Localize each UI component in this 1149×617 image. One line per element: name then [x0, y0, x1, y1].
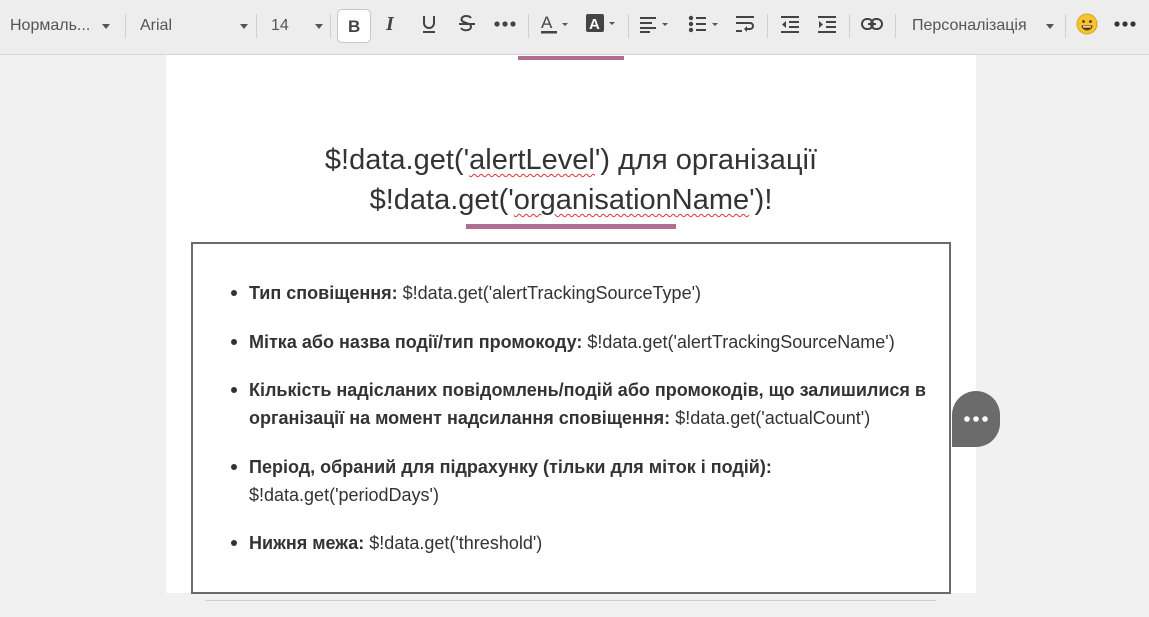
- toolbar-divider: [628, 14, 629, 38]
- text-wrap-icon: [736, 16, 754, 32]
- font-size-value: 14: [271, 17, 289, 34]
- svg-text:I: I: [385, 15, 395, 33]
- text-wrap-button[interactable]: [730, 9, 760, 39]
- bold-icon: B: [337, 9, 371, 43]
- editor-toolbar: Нормаль... Arial 14 B I A A Персоналізац…: [0, 0, 1149, 55]
- bulleted-list-icon: [688, 15, 718, 33]
- toolbar-divider: [256, 14, 257, 38]
- more-format-button[interactable]: [490, 9, 520, 39]
- align-button[interactable]: [638, 9, 672, 39]
- paragraph-style-dropdown[interactable]: Нормаль...: [10, 9, 120, 43]
- font-color-icon: A: [541, 13, 568, 34]
- align-left-icon: [640, 17, 668, 33]
- list-item: Кількість надісланих повідомлень/подій а…: [231, 376, 949, 432]
- italic-button[interactable]: I: [376, 9, 406, 39]
- toolbar-divider: [528, 14, 529, 38]
- toolbar-divider: [895, 14, 896, 38]
- link-button[interactable]: [857, 9, 887, 39]
- more-options-button[interactable]: [1110, 9, 1140, 39]
- italic-icon: I: [385, 15, 395, 33]
- outdent-icon: [781, 16, 799, 33]
- toolbar-divider: [125, 14, 126, 38]
- emoji-button[interactable]: [1072, 9, 1102, 39]
- spellcheck-word: alertLevel: [469, 144, 595, 176]
- indent-icon: [818, 16, 836, 33]
- bottom-divider: [205, 600, 936, 601]
- chevron-down-icon: [102, 23, 111, 29]
- more-icon: [494, 21, 516, 27]
- font-family-dropdown[interactable]: Arial: [140, 9, 248, 43]
- toolbar-divider: [849, 14, 850, 38]
- strikethrough-button[interactable]: [452, 9, 482, 39]
- chevron-down-icon: [240, 23, 248, 29]
- list-item: Нижня межа: $!data.get('threshold'): [231, 529, 949, 557]
- paragraph-style-value: Нормаль...: [10, 17, 91, 34]
- underline-button[interactable]: [414, 9, 444, 39]
- highlight-icon: A: [586, 14, 615, 33]
- personalization-label: Персоналізація: [912, 17, 1027, 34]
- block-options-button[interactable]: [952, 391, 1000, 447]
- font-size-dropdown[interactable]: 14: [271, 9, 323, 43]
- alert-details-list: Тип сповіщення: $!data.get('alertTrackin…: [231, 279, 949, 578]
- alert-details-box[interactable]: Тип сповіщення: $!data.get('alertTrackin…: [191, 242, 951, 594]
- more-icon: [964, 416, 988, 422]
- link-icon: [861, 18, 883, 30]
- svg-text:B: B: [348, 18, 360, 34]
- spellcheck-word: organisationName: [513, 184, 750, 216]
- indent-button[interactable]: [812, 9, 842, 39]
- underline-icon: [423, 16, 435, 33]
- list-item: Мітка або назва події/тип промокоду: $!d…: [231, 328, 949, 356]
- svg-text:A: A: [589, 16, 600, 33]
- chevron-down-icon: [1046, 23, 1054, 29]
- more-icon: [1114, 21, 1136, 27]
- top-accent-line: [518, 56, 624, 60]
- chevron-down-icon: [315, 23, 323, 29]
- strikethrough-icon: [459, 14, 475, 32]
- outdent-button[interactable]: [775, 9, 805, 39]
- personalization-dropdown[interactable]: Персоналізація: [912, 9, 1054, 43]
- bold-button[interactable]: B: [337, 9, 371, 43]
- toolbar-divider: [330, 14, 331, 38]
- toolbar-divider: [767, 14, 768, 38]
- toolbar-divider: [1065, 14, 1066, 38]
- svg-text:A: A: [541, 13, 553, 32]
- list-item: Період, обраний для підрахунку (тільки д…: [231, 453, 949, 509]
- heading-line-2: $!data.get('organisationName')!: [369, 184, 773, 216]
- font-color-button[interactable]: A: [537, 9, 571, 39]
- list-item: Тип сповіщення: $!data.get('alertTrackin…: [231, 279, 949, 307]
- list-button[interactable]: [687, 9, 721, 39]
- highlight-button[interactable]: A: [584, 9, 618, 39]
- font-family-value: Arial: [140, 17, 173, 34]
- alert-heading[interactable]: $!data.get('alertLevel') для організації…: [166, 140, 976, 220]
- emoji-icon: [1076, 13, 1098, 35]
- heading-line-1: $!data.get('alertLevel') для організації: [324, 144, 818, 176]
- heading-accent-line: [466, 224, 676, 229]
